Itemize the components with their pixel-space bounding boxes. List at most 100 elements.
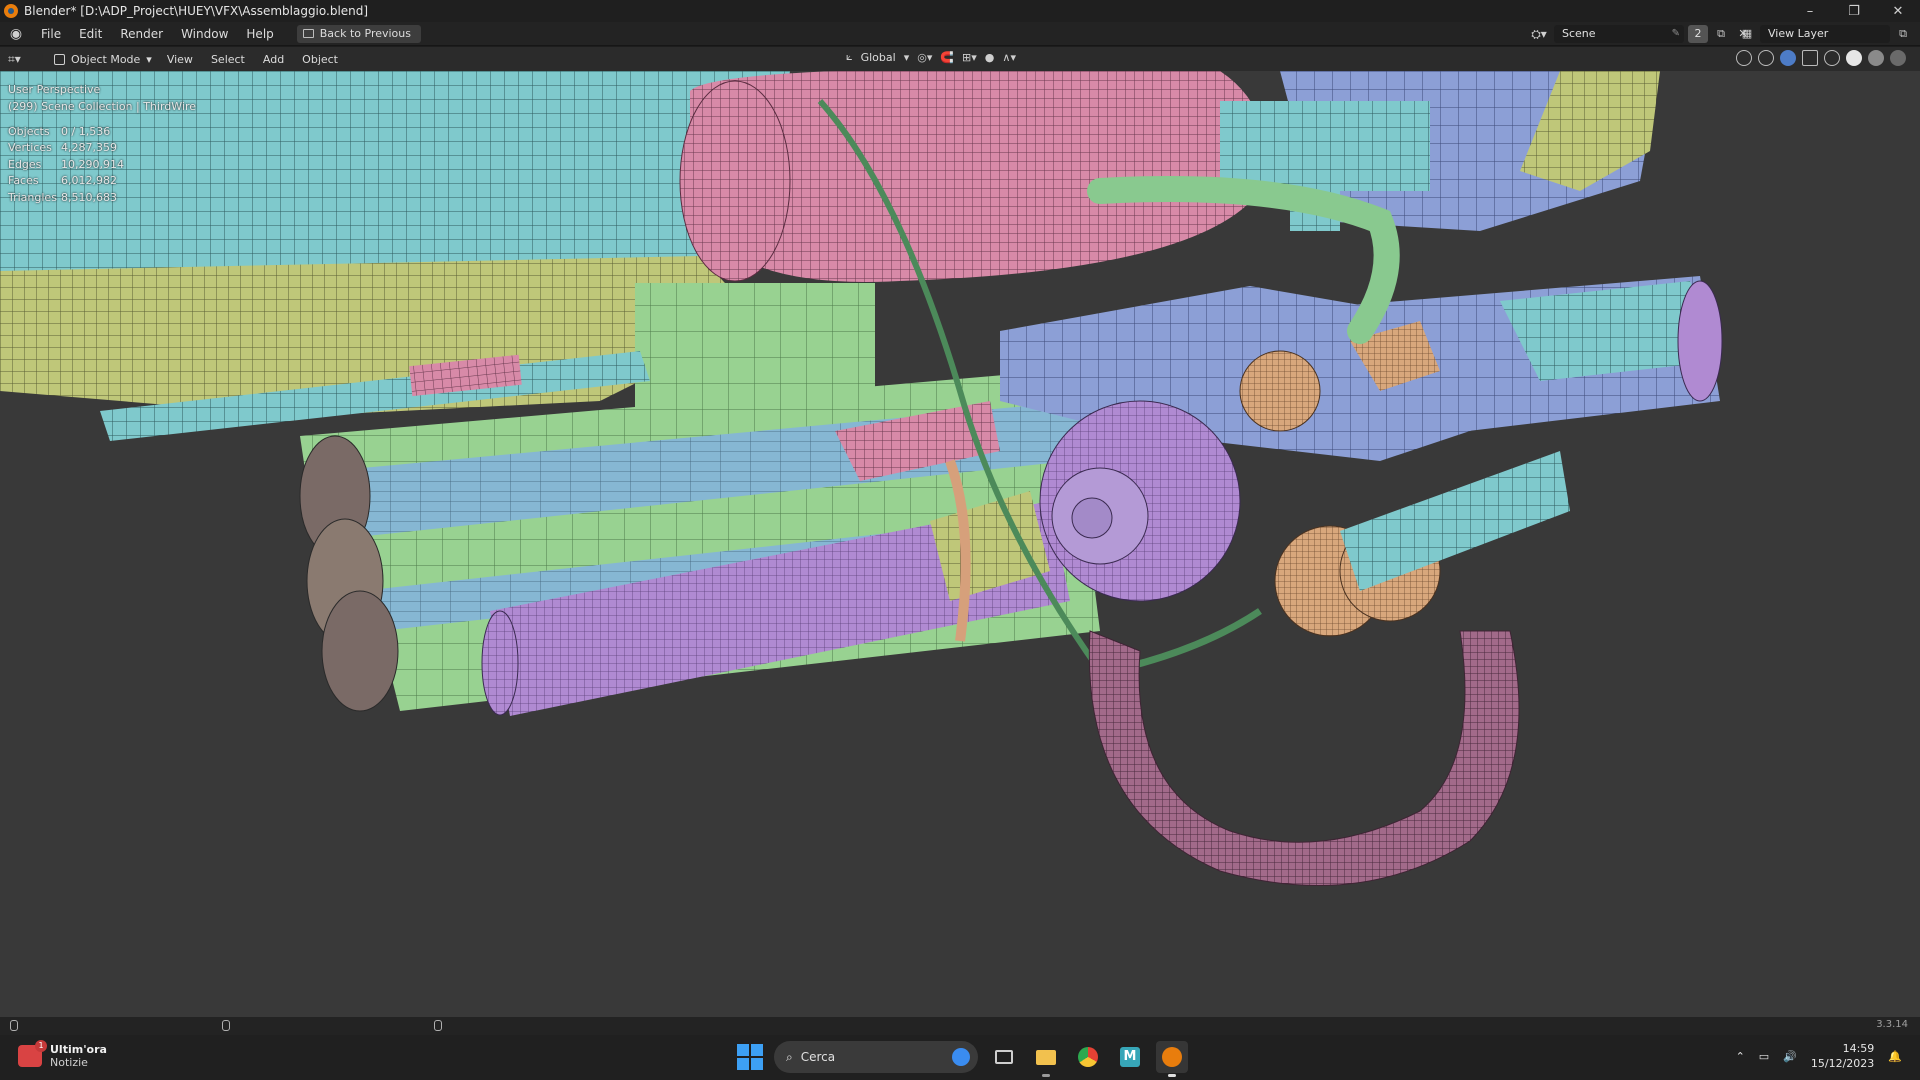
viewport-shading-tools	[1736, 50, 1906, 66]
gizmo-icon[interactable]	[1758, 50, 1774, 66]
rendered-shading-icon[interactable]	[1890, 50, 1906, 66]
news-icon	[18, 1040, 47, 1067]
top-menubar: ◉ File Edit Render Window Help Back to P…	[0, 22, 1920, 46]
minimize-button[interactable]: –	[1788, 0, 1832, 22]
search-icon: ⌕	[786, 1049, 793, 1064]
blender-taskbar-icon[interactable]	[1156, 1041, 1188, 1077]
viewport-header: ⌗▾ Object Mode ▾ View Select Add Object …	[0, 47, 1920, 71]
menu-add[interactable]: Add	[254, 53, 293, 66]
stat-label: Edges	[8, 157, 42, 171]
chevron-up-icon[interactable]: ⌃	[1736, 1050, 1745, 1063]
notification-icon[interactable]: 🔔	[1888, 1050, 1902, 1063]
menu-object[interactable]: Object	[293, 53, 347, 66]
perspective-label: User Perspective	[8, 83, 101, 96]
window-title: Blender* [D:\ADP_Project\HUEY\VFX\Assemb…	[24, 4, 369, 18]
news-subtitle: Notizie	[50, 1056, 88, 1069]
taskbar-search[interactable]: ⌕ Cerca	[774, 1041, 978, 1073]
chrome-icon[interactable]	[1072, 1041, 1104, 1073]
back-to-previous-label: Back to Previous	[319, 27, 411, 40]
window-controls: – ❐ ✕	[1788, 0, 1920, 22]
delete-view-layer-icon[interactable]: ✕	[1916, 25, 1920, 43]
stat-row: Edges 10,290,914	[8, 156, 124, 173]
view-layer-field[interactable]: View Layer	[1760, 25, 1890, 43]
clock-date: 15/12/2023	[1810, 1057, 1875, 1070]
falloff-icon[interactable]: ∧▾	[1002, 51, 1016, 64]
windows-start-icon[interactable]	[736, 1043, 764, 1071]
orientation-dropdown[interactable]: Global	[861, 51, 896, 64]
news-widget[interactable]: Ultim'ora Notizie	[18, 1040, 107, 1069]
clock[interactable]: 14:59 15/12/2023	[1811, 1041, 1874, 1071]
object-mode-label: Object Mode	[71, 52, 141, 66]
scene-statistics: Objects 0 / 1,536 Vertices 4,287,359 Edges…	[8, 123, 124, 206]
collection-label: (299) Scene Collection | ThirdWire	[8, 100, 197, 113]
menu-view[interactable]: View	[158, 53, 202, 66]
stat-label: Objects	[8, 124, 50, 138]
new-scene-icon[interactable]: ⧉	[1712, 25, 1730, 43]
scene-users-count[interactable]: 2	[1688, 25, 1708, 43]
scene-name-field[interactable]: Scene ✎	[1554, 25, 1684, 43]
orientation-icon: ⟀	[846, 50, 853, 63]
network-icon[interactable]: ▭	[1759, 1050, 1769, 1063]
object-mode-icon	[54, 53, 65, 65]
blender-version: 3.3.14	[1876, 1019, 1908, 1030]
mouse-left-icon	[10, 1020, 18, 1031]
blender-logo-icon	[4, 4, 18, 18]
status-bar: 3.3.14	[0, 1017, 1920, 1035]
object-mode-dropdown[interactable]: Object Mode ▾	[48, 50, 158, 68]
material-shading-icon[interactable]	[1868, 50, 1884, 66]
wireframe-shading-icon[interactable]	[1824, 50, 1840, 66]
xray-icon[interactable]	[1802, 50, 1818, 66]
clock-time: 14:59	[1842, 1042, 1875, 1055]
blender-menu-icon[interactable]: ◉	[8, 26, 24, 42]
snap-icon[interactable]: 🧲	[940, 51, 954, 64]
menu-window[interactable]: Window	[172, 22, 237, 46]
menu-select[interactable]: Select	[202, 53, 254, 66]
pin-icon[interactable]: ✎	[1672, 25, 1680, 43]
stat-row: Triangles 8,510,683	[8, 189, 124, 206]
taskbar-apps: ⌕ Cerca M	[736, 1041, 1188, 1077]
stat-label: Triangles	[8, 190, 57, 204]
menu-render[interactable]: Render	[111, 22, 172, 46]
3d-viewport[interactable]: User Perspective (299) Scene Collection …	[0, 71, 1920, 1017]
stat-row: Objects 0 / 1,536	[8, 123, 124, 140]
system-tray: ⌃ ▭ 🔊 14:59 15/12/2023 🔔	[1736, 1041, 1902, 1071]
view-layer-icon[interactable]: ▦	[1738, 25, 1756, 43]
volume-icon[interactable]: 🔊	[1783, 1050, 1797, 1063]
close-button[interactable]: ✕	[1876, 0, 1920, 22]
menu-file[interactable]: File	[32, 22, 70, 46]
chevron-down-icon: ▾	[146, 52, 152, 66]
scene-selector: ⛭▾ Scene ✎ 2 ⧉ ✕	[1528, 24, 1752, 44]
chevron-down-icon: ▾	[903, 50, 910, 64]
proportional-edit-icon[interactable]: ●	[985, 51, 995, 64]
stat-value: 8,510,683	[61, 190, 117, 204]
menu-help[interactable]: Help	[237, 22, 282, 46]
wireframe-model-render	[0, 71, 1723, 887]
search-placeholder: Cerca	[800, 1050, 836, 1064]
stat-value: 6,012,982	[61, 174, 117, 188]
stat-value: 0 / 1,536	[61, 124, 111, 138]
pivot-icon[interactable]: ◎▾	[917, 51, 932, 64]
mouse-middle-icon	[222, 1020, 230, 1031]
back-icon	[302, 29, 314, 38]
maximize-button[interactable]: ❐	[1832, 0, 1876, 22]
stat-row: Vertices 4,287,359	[8, 140, 124, 157]
task-view-icon[interactable]	[988, 1041, 1020, 1073]
bing-icon[interactable]	[952, 1048, 970, 1066]
new-view-layer-icon[interactable]: ⧉	[1894, 25, 1912, 43]
snap-target-icon[interactable]: ⊞▾	[962, 51, 977, 64]
windows-taskbar: Ultim'ora Notizie ⌕ Cerca M ⌃ ▭ 🔊 14:59 …	[0, 1035, 1920, 1080]
transform-tools: ⟀ Global ▾ ◎▾ 🧲 ⊞▾ ● ∧▾	[846, 50, 1016, 64]
visibility-icon[interactable]	[1736, 50, 1752, 66]
stat-value: 4,287,359	[61, 141, 117, 155]
window-titlebar: Blender* [D:\ADP_Project\HUEY\VFX\Assemb…	[0, 0, 1920, 22]
stat-label: Vertices	[8, 141, 52, 155]
overlay-icon[interactable]	[1780, 50, 1796, 66]
solid-shading-icon[interactable]	[1846, 50, 1862, 66]
back-to-previous-button[interactable]: Back to Previous	[296, 24, 421, 43]
view-layer-selector: ▦ View Layer ⧉ ✕	[1738, 24, 1920, 44]
menu-edit[interactable]: Edit	[70, 22, 111, 46]
file-explorer-icon[interactable]	[1030, 1041, 1062, 1077]
maya-icon[interactable]: M	[1114, 1041, 1146, 1073]
editor-type-icon[interactable]: ⌗▾	[8, 50, 38, 68]
scene-icon[interactable]: ⛭▾	[1528, 25, 1550, 43]
